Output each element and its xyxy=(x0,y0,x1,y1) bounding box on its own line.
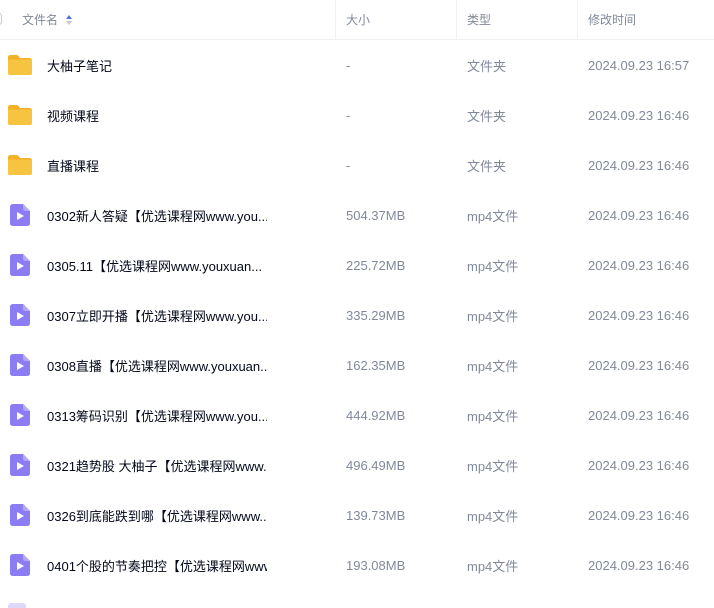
column-header-name[interactable]: 文件名 xyxy=(0,0,336,39)
file-size: - xyxy=(346,157,351,173)
file-modified-time: 2024.09.23 16:46 xyxy=(588,157,690,173)
file-name-cell[interactable]: 0401个股的节奏把控【优选课程网www.... xyxy=(0,552,336,578)
file-modified-time: 2024.09.23 16:46 xyxy=(588,457,690,473)
file-type: 文件夹 xyxy=(467,58,507,74)
file-name[interactable]: 0305.11【优选课程网www.youxuan... xyxy=(47,256,262,275)
file-name-cell[interactable]: 0326到底能跌到哪【优选课程网www.... xyxy=(0,502,336,528)
column-header-size-label: 大小 xyxy=(346,13,371,27)
file-name[interactable]: 大柚子笔记 xyxy=(47,56,112,75)
file-name[interactable]: 0308直播【优选课程网www.youxuan... xyxy=(47,356,267,375)
file-modified-time: 2024.09.23 16:46 xyxy=(588,507,690,523)
file-type: mp4文件 xyxy=(467,308,519,324)
table-row[interactable]: 0321趋势股 大柚子【优选课程网www.... 496.49MB mp4文件 202… xyxy=(0,440,714,490)
file-size: 504.37MB xyxy=(346,207,406,223)
file-name-cell[interactable]: 0321趋势股 大柚子【优选课程网www.... xyxy=(0,452,336,478)
column-header-type[interactable]: 类型 xyxy=(457,0,578,39)
column-header-size[interactable]: 大小 xyxy=(336,0,457,39)
video-file-icon xyxy=(7,352,33,378)
file-name[interactable]: 0302新人答疑【优选课程网www.you... xyxy=(47,206,267,225)
video-file-icon xyxy=(7,502,33,528)
table-row[interactable]: 直播课程 - 文件夹 2024.09.23 16:46 xyxy=(0,140,714,190)
file-type: mp4文件 xyxy=(467,558,519,574)
video-file-icon xyxy=(7,302,33,328)
file-modified-time: 2024.09.23 16:46 xyxy=(588,407,690,423)
column-header-name-label: 文件名 xyxy=(22,13,59,27)
file-name-cell[interactable]: 0302新人答疑【优选课程网www.you... xyxy=(0,202,336,228)
file-name[interactable]: 0307立即开播【优选课程网www.you... xyxy=(47,306,267,325)
sort-ascending-icon[interactable] xyxy=(66,14,73,25)
column-header-modified-label: 修改时间 xyxy=(588,13,637,27)
file-size: - xyxy=(346,57,351,73)
video-file-icon xyxy=(7,552,33,578)
file-size: 335.29MB xyxy=(346,307,406,323)
file-size: 444.92MB xyxy=(346,407,406,423)
file-type: mp4文件 xyxy=(467,508,519,524)
folder-icon xyxy=(7,104,33,126)
file-rows: 大柚子笔记 - 文件夹 2024.09.23 16:57 视频课程 - 文件夹 2024.09… xyxy=(0,40,714,590)
column-header-type-label: 类型 xyxy=(467,13,492,27)
file-modified-time: 2024.09.23 16:46 xyxy=(588,207,690,223)
file-size: - xyxy=(346,107,351,123)
folder-icon xyxy=(7,154,33,176)
file-size: 162.35MB xyxy=(346,357,406,373)
file-size: 139.73MB xyxy=(346,507,406,523)
file-type: mp4文件 xyxy=(467,358,519,374)
file-list: 文件名 大小 类型 修改时间 大柚子笔记 - 文件夹 2024.09.23 16:57… xyxy=(0,0,714,608)
file-name-cell[interactable]: 直播课程 xyxy=(0,154,336,176)
file-name[interactable]: 0326到底能跌到哪【优选课程网www.... xyxy=(47,506,267,525)
file-type: 文件夹 xyxy=(467,108,507,124)
table-row[interactable]: 0305.11【优选课程网www.youxuan... 225.72MB mp4文件… xyxy=(0,240,714,290)
file-name[interactable]: 0401个股的节奏把控【优选课程网www.... xyxy=(47,556,267,575)
file-name-cell[interactable]: 0313筹码识别【优选课程网www.you... xyxy=(0,402,336,428)
file-size: 193.08MB xyxy=(346,557,406,573)
file-name[interactable]: 0321趋势股 大柚子【优选课程网www.... xyxy=(47,456,267,475)
table-row[interactable]: 0308直播【优选课程网www.youxuan... 162.35MB mp4文件 2… xyxy=(0,340,714,390)
table-row[interactable]: 0401个股的节奏把控【优选课程网www.... 193.08MB mp4文件 202… xyxy=(0,540,714,590)
video-file-icon xyxy=(7,402,33,428)
file-name-cell[interactable]: 大柚子笔记 xyxy=(0,54,336,76)
table-row[interactable]: 0302新人答疑【优选课程网www.you... 504.37MB mp4文件 202… xyxy=(0,190,714,240)
table-row[interactable]: 0313筹码识别【优选课程网www.you... 444.92MB mp4文件 202… xyxy=(0,390,714,440)
file-name-cell[interactable]: 0307立即开播【优选课程网www.you... xyxy=(0,302,336,328)
file-modified-time: 2024.09.23 16:46 xyxy=(588,307,690,323)
video-file-icon xyxy=(7,452,33,478)
file-type: mp4文件 xyxy=(467,408,519,424)
table-header: 文件名 大小 类型 修改时间 xyxy=(0,0,714,40)
table-row[interactable]: 0307立即开播【优选课程网www.you... 335.29MB mp4文件 202… xyxy=(0,290,714,340)
file-size: 496.49MB xyxy=(346,457,406,473)
file-name-cell[interactable]: 视频课程 xyxy=(0,104,336,126)
file-modified-time: 2024.09.23 16:57 xyxy=(588,57,690,73)
table-row[interactable]: 0326到底能跌到哪【优选课程网www.... 139.73MB mp4文件 2024… xyxy=(0,490,714,540)
table-row[interactable]: 视频课程 - 文件夹 2024.09.23 16:46 xyxy=(0,90,714,140)
file-name-cell[interactable]: 0308直播【优选课程网www.youxuan... xyxy=(0,352,336,378)
video-file-icon xyxy=(8,603,26,608)
file-type: 文件夹 xyxy=(467,158,507,174)
file-name[interactable]: 视频课程 xyxy=(47,106,99,125)
file-size: 225.72MB xyxy=(346,257,406,273)
file-type: mp4文件 xyxy=(467,458,519,474)
video-file-icon xyxy=(7,202,33,228)
file-type: mp4文件 xyxy=(467,208,519,224)
video-file-icon xyxy=(7,252,33,278)
file-name[interactable]: 直播课程 xyxy=(47,156,99,175)
file-name-cell[interactable]: 0305.11【优选课程网www.youxuan... xyxy=(0,252,336,278)
file-modified-time: 2024.09.23 16:46 xyxy=(588,557,690,573)
file-name[interactable]: 0313筹码识别【优选课程网www.you... xyxy=(47,406,267,425)
file-modified-time: 2024.09.23 16:46 xyxy=(588,357,690,373)
column-header-modified[interactable]: 修改时间 xyxy=(578,0,714,39)
select-all-checkbox[interactable] xyxy=(0,13,2,25)
file-modified-time: 2024.09.23 16:46 xyxy=(588,257,690,273)
file-modified-time: 2024.09.23 16:46 xyxy=(588,107,690,123)
table-row[interactable]: 大柚子笔记 - 文件夹 2024.09.23 16:57 xyxy=(0,40,714,90)
folder-icon xyxy=(7,54,33,76)
file-type: mp4文件 xyxy=(467,258,519,274)
